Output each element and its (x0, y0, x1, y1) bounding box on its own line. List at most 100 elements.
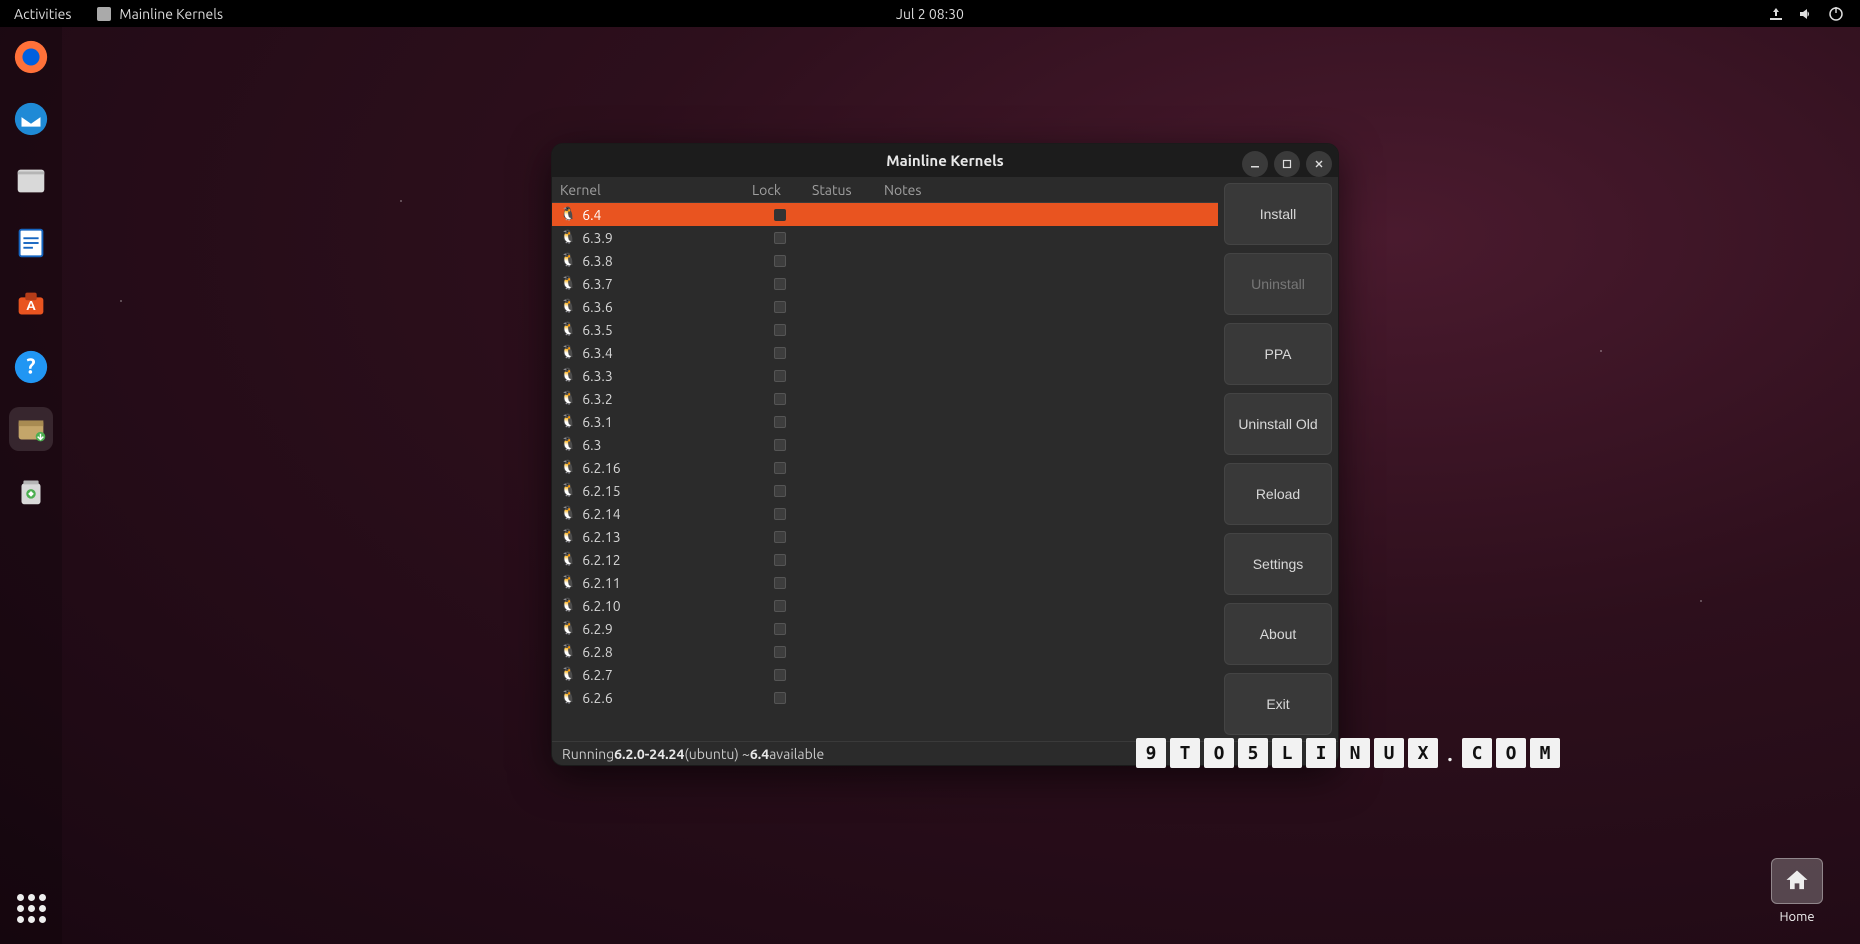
star-decoration (120, 300, 122, 302)
tux-icon: 🐧 (560, 575, 576, 590)
column-header-kernel[interactable]: Kernel (560, 182, 752, 198)
ppa-button[interactable]: PPA (1224, 323, 1332, 385)
tux-icon: 🐧 (560, 276, 576, 291)
kernel-version-label: 6.3.3 (582, 368, 613, 384)
desktop-home-label: Home (1779, 910, 1814, 924)
watermark: 9TO5LINUX.COM (1136, 738, 1560, 768)
table-row[interactable]: 🐧6.2.13 (552, 525, 1218, 548)
watermark-char: N (1340, 738, 1370, 768)
lock-checkbox[interactable] (774, 278, 786, 290)
table-row[interactable]: 🐧6.2.7 (552, 663, 1218, 686)
thunderbird-icon[interactable] (9, 97, 53, 141)
column-header-status[interactable]: Status (812, 182, 884, 198)
maximize-button[interactable] (1274, 151, 1300, 177)
table-row[interactable]: 🐧6.3.2 (552, 387, 1218, 410)
about-button[interactable]: About (1224, 603, 1332, 665)
watermark-char: C (1462, 738, 1492, 768)
lock-checkbox[interactable] (774, 554, 786, 566)
lock-checkbox[interactable] (774, 324, 786, 336)
lock-checkbox[interactable] (774, 232, 786, 244)
tux-icon: 🐧 (560, 598, 576, 613)
lock-checkbox[interactable] (774, 301, 786, 313)
watermark-char: U (1374, 738, 1404, 768)
table-row[interactable]: 🐧6.3.3 (552, 364, 1218, 387)
close-button[interactable] (1306, 151, 1332, 177)
table-row[interactable]: 🐧6.2.11 (552, 571, 1218, 594)
install-button[interactable]: Install (1224, 183, 1332, 245)
topbar-app-menu[interactable]: Mainline Kernels (97, 6, 223, 22)
files-icon[interactable] (9, 159, 53, 203)
table-row[interactable]: 🐧6.3 (552, 433, 1218, 456)
exit-button[interactable]: Exit (1224, 673, 1332, 735)
status-prefix: Running (562, 746, 614, 762)
lock-checkbox[interactable] (774, 508, 786, 520)
table-row[interactable]: 🐧6.2.16 (552, 456, 1218, 479)
ubuntu-software-icon[interactable]: A (9, 283, 53, 327)
window-titlebar[interactable]: Mainline Kernels (552, 144, 1338, 177)
gnome-topbar: Activities Mainline Kernels Jul 2 08:30 (0, 0, 1860, 27)
tux-icon: 🐧 (560, 345, 576, 360)
desktop-home-icon[interactable]: Home (1766, 858, 1828, 924)
table-row[interactable]: 🐧6.3.5 (552, 318, 1218, 341)
uninstall-old-button[interactable]: Uninstall Old (1224, 393, 1332, 455)
watermark-char: M (1530, 738, 1560, 768)
table-row[interactable]: 🐧6.2.14 (552, 502, 1218, 525)
lock-checkbox[interactable] (774, 416, 786, 428)
table-row[interactable]: 🐧6.3.6 (552, 295, 1218, 318)
lock-checkbox[interactable] (774, 485, 786, 497)
table-row[interactable]: 🐧6.3.7 (552, 272, 1218, 295)
table-header-row: Kernel Lock Status Notes (552, 177, 1218, 203)
lock-checkbox[interactable] (774, 531, 786, 543)
lock-checkbox[interactable] (774, 393, 786, 405)
minimize-button[interactable] (1242, 151, 1268, 177)
table-row[interactable]: 🐧6.3.1 (552, 410, 1218, 433)
lock-checkbox[interactable] (774, 370, 786, 382)
lock-checkbox[interactable] (774, 623, 786, 635)
lock-checkbox[interactable] (774, 209, 786, 221)
table-row[interactable]: 🐧6.3.9 (552, 226, 1218, 249)
clock[interactable]: Jul 2 08:30 (896, 6, 964, 22)
svg-text:?: ? (26, 355, 35, 378)
firefox-icon[interactable] (9, 35, 53, 79)
network-icon[interactable] (1768, 6, 1784, 22)
window-title: Mainline Kernels (886, 152, 1003, 169)
column-header-lock[interactable]: Lock (752, 182, 812, 198)
help-icon[interactable]: ? (9, 345, 53, 389)
tux-icon: 🐧 (560, 207, 576, 222)
table-row[interactable]: 🐧6.4 (552, 203, 1218, 226)
status-available-version: 6.4 (750, 746, 769, 762)
table-row[interactable]: 🐧6.2.12 (552, 548, 1218, 571)
power-icon[interactable] (1828, 6, 1844, 22)
column-header-notes[interactable]: Notes (884, 182, 1218, 198)
lock-checkbox[interactable] (774, 692, 786, 704)
activities-button[interactable]: Activities (14, 6, 71, 22)
lock-checkbox[interactable] (774, 439, 786, 451)
tux-icon: 🐧 (560, 253, 576, 268)
uninstall-button[interactable]: Uninstall (1224, 253, 1332, 315)
archive-manager-icon[interactable] (9, 407, 53, 451)
lock-checkbox[interactable] (774, 646, 786, 658)
table-row[interactable]: 🐧6.3.4 (552, 341, 1218, 364)
table-row[interactable]: 🐧6.2.10 (552, 594, 1218, 617)
kernel-version-label: 6.3.1 (582, 414, 613, 430)
reload-button[interactable]: Reload (1224, 463, 1332, 525)
table-row[interactable]: 🐧6.2.15 (552, 479, 1218, 502)
table-row[interactable]: 🐧6.2.8 (552, 640, 1218, 663)
lock-checkbox[interactable] (774, 347, 786, 359)
settings-button[interactable]: Settings (1224, 533, 1332, 595)
star-decoration (400, 200, 402, 202)
lock-checkbox[interactable] (774, 600, 786, 612)
table-row[interactable]: 🐧6.3.8 (552, 249, 1218, 272)
volume-icon[interactable] (1798, 6, 1814, 22)
table-row[interactable]: 🐧6.2.9 (552, 617, 1218, 640)
libreoffice-writer-icon[interactable] (9, 221, 53, 265)
table-row[interactable]: 🐧6.2.6 (552, 686, 1218, 709)
tux-icon: 🐧 (560, 230, 576, 245)
lock-checkbox[interactable] (774, 462, 786, 474)
lock-checkbox[interactable] (774, 577, 786, 589)
show-applications-button[interactable] (9, 886, 53, 930)
dock: A ? (0, 27, 62, 944)
lock-checkbox[interactable] (774, 669, 786, 681)
trash-icon[interactable] (9, 469, 53, 513)
lock-checkbox[interactable] (774, 255, 786, 267)
